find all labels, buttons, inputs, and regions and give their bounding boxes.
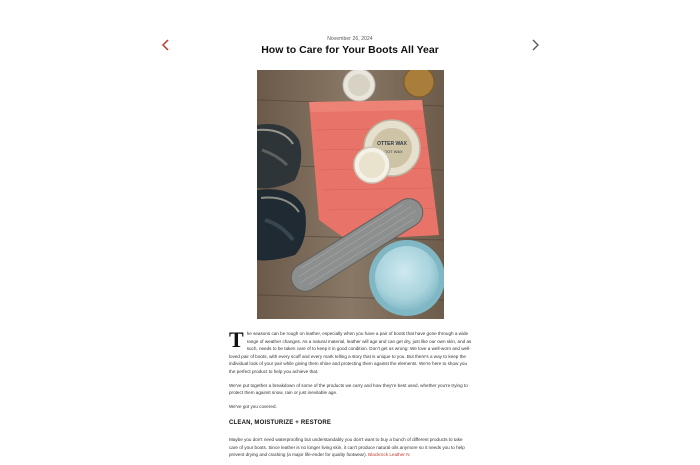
boot-bottom — [257, 189, 306, 261]
svg-text:OTTER WAX: OTTER WAX — [377, 141, 407, 147]
product-link[interactable]: Blackrock Leather N — [368, 452, 409, 457]
paragraph: We've got you covered. — [229, 403, 277, 409]
blue-bowl — [369, 240, 444, 316]
section-heading: CLEAN, MOISTURIZE + RESTORE — [229, 420, 332, 427]
hero-image: OTTER WAX BOOT WAX — [257, 70, 444, 319]
paragraph: We've put together a breakdown of some o… — [229, 382, 468, 396]
intro-paragraph: The seasons can be rough on leather, esp… — [229, 327, 472, 374]
dropcap: T — [229, 327, 244, 352]
post-date: November 26, 2024 — [327, 36, 373, 42]
article-body: The seasons can be rough on leather, esp… — [229, 327, 472, 465]
post-title: How to Care for Your Boots All Year — [261, 44, 439, 56]
paragraph: Maybe you don't need waterproofing but u… — [229, 436, 465, 458]
